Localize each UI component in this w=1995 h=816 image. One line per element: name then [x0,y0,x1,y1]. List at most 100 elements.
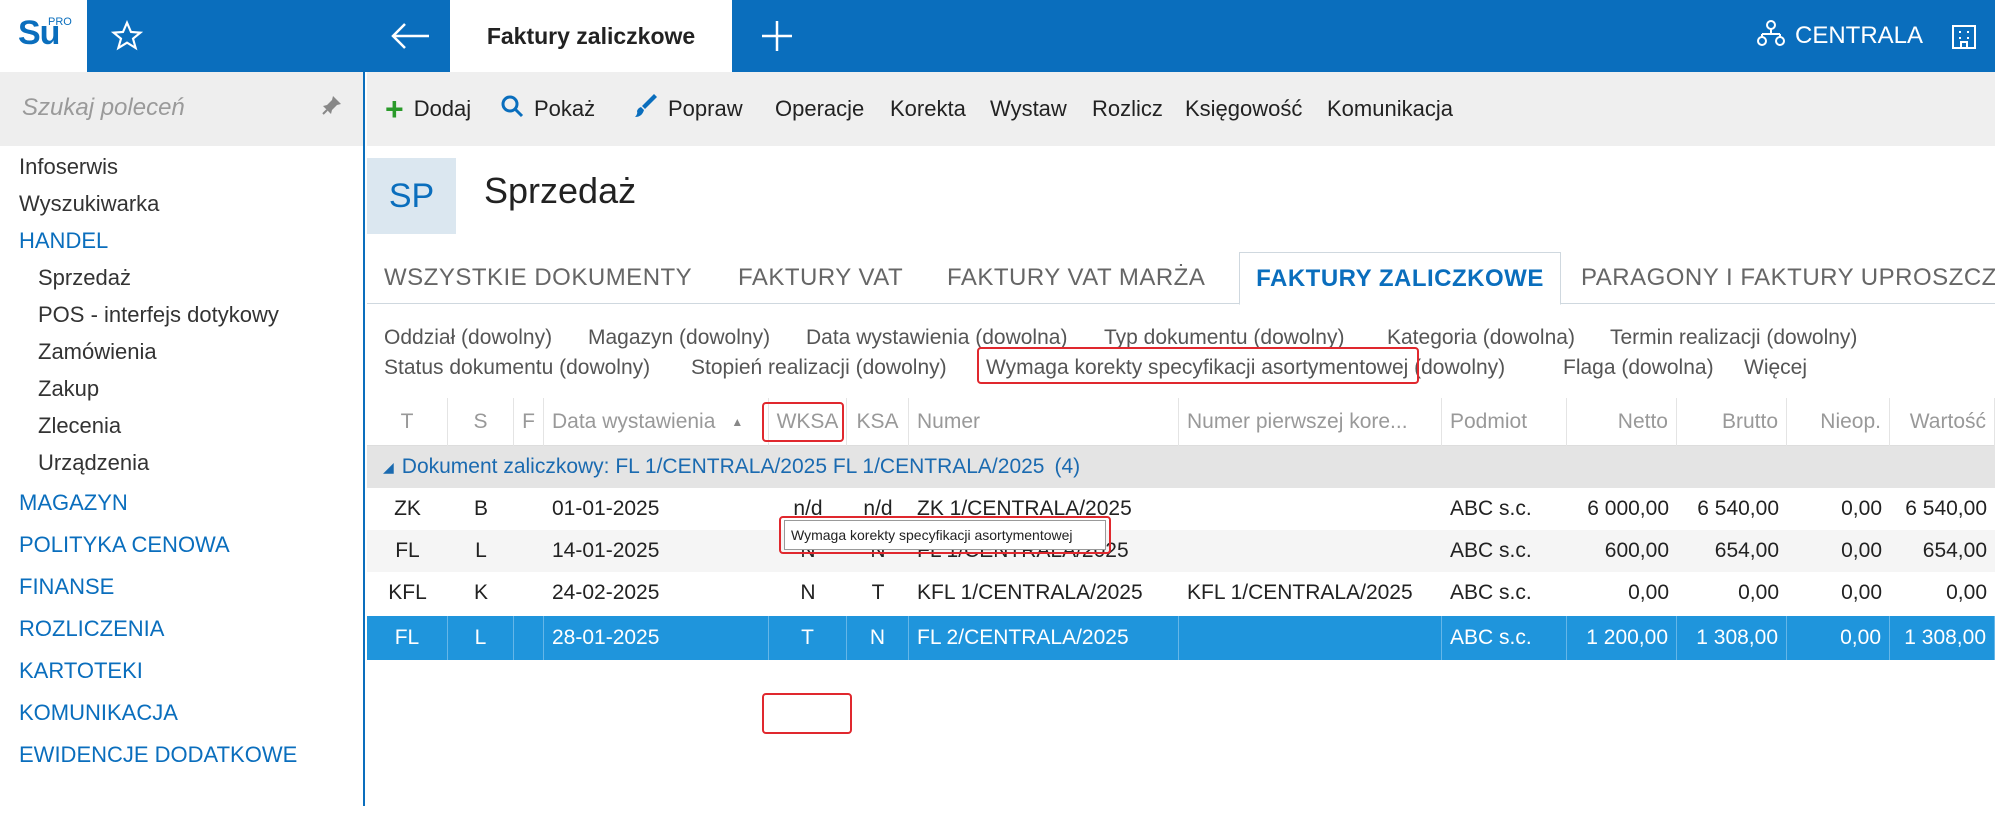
column-header-net[interactable]: Netto [1567,398,1677,446]
tab-vat-invoices[interactable]: FAKTURY VAT [738,252,903,304]
correction-button[interactable]: Korekta [890,72,966,146]
cell-ksa: T [871,581,885,604]
show-label: Pokaż [534,96,596,121]
group-row[interactable]: ◢ Dokument zaliczkowy: FL 1/CENTRALA/202… [367,446,1995,488]
issue-button[interactable]: Wystaw [990,72,1067,146]
sidebar-item-urządzenia[interactable]: Urządzenia [38,450,149,476]
new-tab-plus-icon[interactable] [732,0,822,72]
current-window-tab[interactable]: Faktury zaliczkowe [450,0,732,72]
search-input[interactable]: Szukaj poleceń [22,94,185,122]
sidebar-item-polityka-cenowa[interactable]: POLITYKA CENOWA [19,532,230,558]
filter-wksa-highlight [977,347,1419,384]
cell-status: K [473,581,488,604]
cell-flag [514,530,544,572]
cell-unpaid: 0,00 [1841,497,1882,520]
command-search[interactable]: Szukaj poleceń [0,72,363,146]
show-button[interactable]: Pokaż [500,72,595,146]
filter-more[interactable]: Więcej [1744,356,1807,380]
sidebar-item-komunikacja[interactable]: KOMUNIKACJA [19,700,178,726]
column-header-status[interactable]: S [448,398,514,446]
sidebar-item-wyszukiwarka[interactable]: Wyszukiwarka [19,191,159,217]
cell-issue-date: 24-02-2025 [552,581,660,604]
column-header-issue-date[interactable]: Data wystawienia ▲ [544,398,769,446]
sidebar-item-zlecenia[interactable]: Zlecenia [38,413,121,439]
column-header-type[interactable]: T [367,398,448,446]
sidebar-item-zamówienia[interactable]: Zamówienia [38,339,157,365]
cell-entity: ABC s.c. [1450,581,1532,604]
filter-due-date[interactable]: Termin realizacji (dowolny) [1610,326,1857,350]
column-header-first-correction-number[interactable]: Numer pierwszej kore... [1179,398,1442,446]
add-label: Dodaj [413,96,472,121]
communication-button[interactable]: Komunikacja [1327,72,1453,146]
cell-status: L [448,616,514,660]
column-header-entity[interactable]: Podmiot [1442,398,1567,446]
column-header-ksa[interactable]: KSA [847,398,909,446]
sidebar-item-magazyn[interactable]: MAGAZYN [19,490,128,516]
column-header-label: KSA [856,410,899,433]
sidebar-item-finanse[interactable]: FINANSE [19,574,114,600]
cell-gross: 1 308,00 [1677,616,1787,660]
cell-status: L [475,539,487,562]
building-icon[interactable] [1950,20,1980,50]
sidebar-item-pos-interfejs-dotykowy[interactable]: POS - interfejs dotykowy [38,302,279,328]
column-header-number[interactable]: Numer [909,398,1179,446]
document-tabs: WSZYSTKIE DOKUMENTY FAKTURY VAT FAKTURY … [367,252,1995,305]
cell-issue-date: 28-01-2025 [544,616,769,660]
cell-type: FL [367,616,448,660]
cell-number: KFL 1/CENTRALA/2025 [917,581,1143,604]
selected-wksa-highlight [762,693,852,734]
cell-issue-date: 14-01-2025 [552,539,660,562]
column-header-label: F [522,410,535,433]
cell-net: 1 200,00 [1567,616,1677,660]
cell-issue-date: 01-01-2025 [552,497,660,520]
tab-all-documents[interactable]: WSZYSTKIE DOKUMENTY [384,252,692,304]
cell-value: 6 540,00 [1905,497,1987,520]
cell-value: 0,00 [1946,581,1987,604]
accounting-button[interactable]: Księgowość [1185,72,1302,146]
sidebar-item-rozliczenia[interactable]: ROZLICZENIA [19,616,164,642]
main-area: + Dodaj Pokaż Popraw Operacje Korekta Wy… [367,72,1995,816]
column-header-value[interactable]: Wartość [1890,398,1995,446]
tooltip-highlight [779,516,1111,554]
app-logo[interactable]: Su PRO [0,0,87,72]
back-arrow-icon[interactable] [372,0,450,72]
cell-unpaid: 0,00 [1841,581,1882,604]
table-row[interactable]: FL L 28-01-2025 T N FL 2/CENTRALA/2025 ABC s.c… [367,616,1995,660]
table-row[interactable]: ZK B 01-01-2025 n/d n/d ZK 1/CENTRALA/2025 ABC… [367,488,1995,530]
column-header-label: Numer pierwszej kore... [1187,410,1408,433]
sidebar-item-zakup[interactable]: Zakup [38,376,99,402]
edit-button[interactable]: Popraw [634,72,743,146]
collapse-triangle-icon[interactable]: ◢ [383,459,394,476]
cell-type: KFL [388,581,427,604]
tab-vat-margin-invoices[interactable]: FAKTURY VAT MARŻA [947,252,1205,304]
filter-warehouse[interactable]: Magazyn (dowolny) [588,326,770,350]
company-selector[interactable]: CENTRALA [1757,0,1923,72]
table-row[interactable]: KFL K 24-02-2025 N T KFL 1/CENTRALA/2025 KFL 1… [367,572,1995,614]
favorites-star-icon[interactable] [87,0,167,72]
filter-fulfillment[interactable]: Stopień realizacji (dowolny) [691,356,947,380]
tab-receipts[interactable]: PARAGONY I FAKTURY UPROSZCZO [1581,252,1995,304]
module-header: SP Sprzedaż [367,146,1995,246]
column-header-unpaid[interactable]: Nieop. [1787,398,1890,446]
sidebar-item-handel[interactable]: HANDEL [19,228,108,254]
sidebar-item-infoserwis[interactable]: Infoserwis [19,154,118,180]
table-row[interactable]: FL L 14-01-2025 N N FL 1/CENTRALA/2025 ABC s.c… [367,530,1995,572]
sidebar-item-sprzedaż[interactable]: Sprzedaż [38,265,131,291]
filter-flag[interactable]: Flaga (dowolna) [1563,356,1714,380]
column-header-gross[interactable]: Brutto [1677,398,1787,446]
operations-button[interactable]: Operacje [775,72,864,146]
sidebar-item-kartoteki[interactable]: KARTOTEKI [19,658,143,684]
sidebar-item-ewidencje-dodatkowe[interactable]: EWIDENCJE DODATKOWE [19,742,297,768]
column-header-label: Wartość [1909,410,1986,433]
column-header-flag[interactable]: F [514,398,544,446]
tab-advance-invoices[interactable]: FAKTURY ZALICZKOWE [1239,252,1561,305]
add-button[interactable]: + Dodaj [385,72,471,146]
filter-branch[interactable]: Oddział (dowolny) [384,326,552,350]
settle-button[interactable]: Rozlicz [1092,72,1163,146]
page-title: Sprzedaż [484,170,637,211]
cell-flag [514,572,544,614]
filter-doc-status[interactable]: Status dokumentu (dowolny) [384,356,650,380]
column-header-label: Data wystawienia [552,410,716,433]
pin-icon[interactable] [321,94,343,122]
cell-number: FL 2/CENTRALA/2025 [909,616,1179,660]
